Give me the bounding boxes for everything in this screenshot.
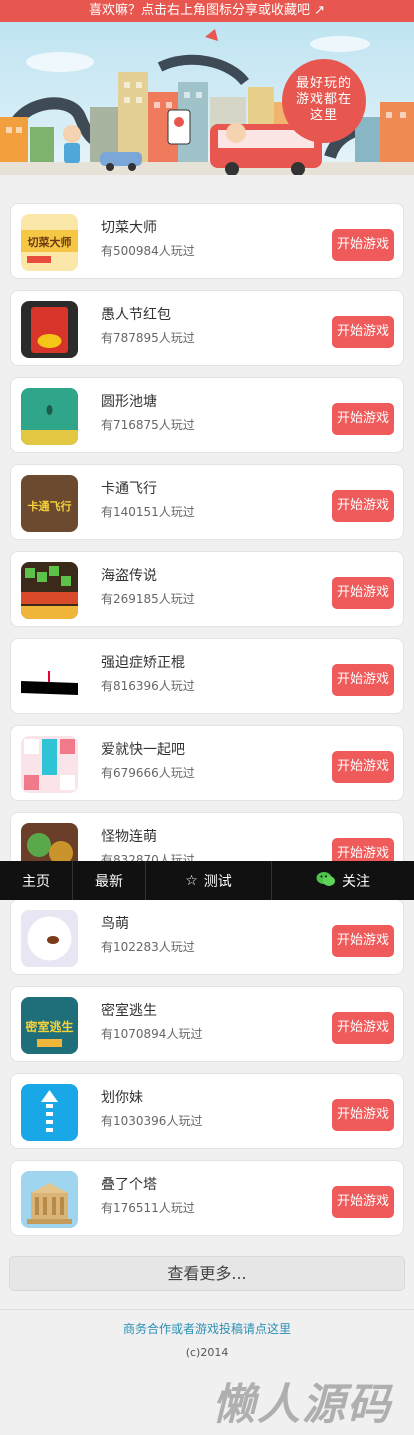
hero-illustration: 最好玩的 游戏都在 这里	[0, 22, 414, 175]
nav-test[interactable]: ☆ 测试	[146, 861, 272, 900]
game-play-count: 有140151人玩过	[101, 505, 195, 519]
game-name: 划你妹	[101, 1090, 143, 1106]
start-game-button[interactable]: 开始游戏	[332, 751, 394, 783]
watermark-text: 懒人源码	[212, 1380, 392, 1430]
start-game-button[interactable]: 开始游戏	[332, 1012, 394, 1044]
game-thumbnail[interactable]: 密室逃生	[21, 997, 78, 1054]
nav-home-label: 主页	[22, 873, 50, 890]
game-card[interactable]: 爱就快一起吧 有679666人玩过 开始游戏	[10, 725, 404, 801]
game-name: 海盗传说	[101, 568, 157, 584]
game-card[interactable]: 鸟萌 有102283人玩过 开始游戏	[10, 899, 404, 975]
game-thumbnail[interactable]	[21, 1171, 78, 1228]
start-game-button[interactable]: 开始游戏	[332, 925, 394, 957]
game-card[interactable]: 密室逃生 密室逃生 有1070894人玩过 开始游戏	[10, 986, 404, 1062]
game-card[interactable]: 切菜大师 切菜大师 有500984人玩过 开始游戏	[10, 203, 404, 279]
game-card[interactable]: 叠了个塔 有176511人玩过 开始游戏	[10, 1160, 404, 1236]
nav-test-label: 测试	[203, 873, 232, 890]
game-name: 切菜大师	[101, 220, 157, 236]
game-thumbnail[interactable]: 切菜大师	[21, 214, 78, 271]
bottom-nav-bar: 主页 最新 ☆ 测试 关注	[0, 861, 414, 900]
share-tip-banner: 喜欢嘛？点击右上角图标分享或收藏吧 ↗	[0, 0, 414, 22]
start-game-button[interactable]: 开始游戏	[332, 1099, 394, 1131]
game-name: 圆形池塘	[101, 394, 157, 410]
game-name: 怪物连萌	[101, 829, 157, 845]
star-icon: ☆	[185, 872, 198, 889]
nav-latest[interactable]: 最新	[73, 861, 146, 900]
start-game-button[interactable]: 开始游戏	[332, 1186, 394, 1218]
thumbnail-title-text: 密室逃生	[25, 1019, 73, 1034]
hero-slogan-bubble: 最好玩的 游戏都在 这里	[282, 59, 366, 143]
hero-slogan-line: 游戏都在	[295, 92, 352, 107]
game-list: 切菜大师 切菜大师 有500984人玩过 开始游戏 愚人节红包 有787895人…	[10, 203, 404, 1247]
game-play-count: 有1030396人玩过	[101, 1114, 203, 1128]
start-game-button[interactable]: 开始游戏	[332, 490, 394, 522]
hero-slogan-line: 最好玩的	[295, 76, 352, 91]
game-play-count: 有787895人玩过	[101, 331, 195, 345]
game-play-count: 有500984人玩过	[101, 244, 195, 258]
game-name: 爱就快一起吧	[101, 742, 185, 758]
footer-divider	[0, 1309, 414, 1310]
game-card[interactable]: 划你妹 有1030396人玩过 开始游戏	[10, 1073, 404, 1149]
nav-home[interactable]: 主页	[0, 861, 73, 900]
nav-follow-label: 关注	[342, 873, 370, 890]
thumbnail-title-text: 切菜大师	[28, 235, 72, 249]
game-name: 叠了个塔	[101, 1177, 157, 1193]
load-more-button[interactable]: 查看更多...	[9, 1256, 405, 1291]
start-game-button[interactable]: 开始游戏	[332, 577, 394, 609]
start-game-button[interactable]: 开始游戏	[332, 229, 394, 261]
game-card[interactable]: 圆形池塘 有716875人玩过 开始游戏	[10, 377, 404, 453]
game-thumbnail[interactable]	[21, 649, 78, 706]
game-card[interactable]: 愚人节红包 有787895人玩过 开始游戏	[10, 290, 404, 366]
business-contact-link[interactable]: 商务合作或者游戏投稿请点这里	[0, 1320, 414, 1337]
nav-follow[interactable]: 关注	[272, 861, 414, 900]
game-name: 鸟萌	[101, 916, 129, 932]
game-thumbnail[interactable]	[21, 562, 78, 619]
game-thumbnail[interactable]	[21, 1084, 78, 1141]
hero-slogan-line: 这里	[309, 108, 338, 123]
wechat-icon	[316, 871, 336, 891]
game-play-count: 有102283人玩过	[101, 940, 195, 954]
game-play-count: 有1070894人玩过	[101, 1027, 203, 1041]
game-thumbnail[interactable]	[21, 736, 78, 793]
game-thumbnail[interactable]: 卡通飞行	[21, 475, 78, 532]
game-play-count: 有716875人玩过	[101, 418, 195, 432]
game-card[interactable]: 海盗传说 有269185人玩过 开始游戏	[10, 551, 404, 627]
copyright-text: (c)2014	[185, 1346, 229, 1359]
start-game-button[interactable]: 开始游戏	[332, 403, 394, 435]
start-game-button[interactable]: 开始游戏	[332, 664, 394, 696]
game-play-count: 有679666人玩过	[101, 766, 195, 780]
nav-latest-label: 最新	[95, 873, 123, 890]
game-card[interactable]: 卡通飞行 卡通飞行 有140151人玩过 开始游戏	[10, 464, 404, 540]
game-name: 密室逃生	[101, 1003, 157, 1019]
game-play-count: 有176511人玩过	[101, 1201, 195, 1215]
game-name: 愚人节红包	[101, 307, 171, 323]
game-play-count: 有269185人玩过	[101, 592, 195, 606]
game-name: 卡通飞行	[101, 481, 157, 497]
game-thumbnail[interactable]	[21, 910, 78, 967]
game-card[interactable]: 强迫症矫正棍 有816396人玩过 开始游戏	[10, 638, 404, 714]
game-thumbnail[interactable]	[21, 301, 78, 358]
game-play-count: 有816396人玩过	[101, 679, 195, 693]
start-game-button[interactable]: 开始游戏	[332, 316, 394, 348]
game-thumbnail[interactable]	[21, 388, 78, 445]
thumbnail-title-text: 卡通飞行	[28, 499, 72, 513]
game-name: 强迫症矫正棍	[101, 655, 185, 671]
